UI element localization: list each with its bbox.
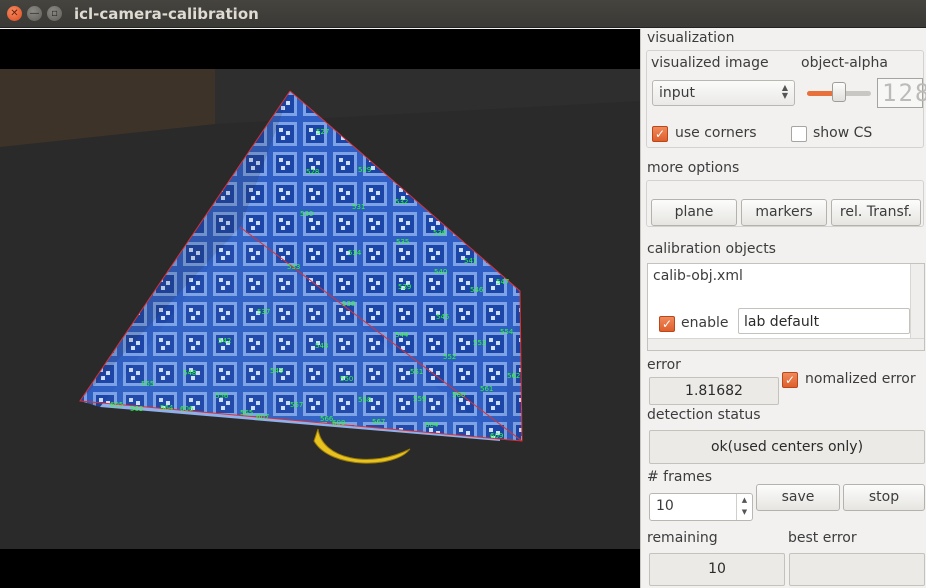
calibration-objects-list[interactable]: calib-obj.xml ✓ enable lab default [647,263,925,351]
marker-id-label: 605 [110,401,123,409]
visualized-image-label: visualized image [651,55,769,71]
enable-label: enable [681,315,729,331]
normalized-error-label: nomalized error [805,371,916,387]
marker-id-label: 606 [180,405,194,413]
object-alpha-lcd: 128 [877,78,926,108]
window-title: icl-camera-calibration [74,5,259,23]
calib-list-hscrollbar[interactable] [648,338,924,350]
frames-spinbox[interactable]: 10 ▲ ▼ [649,493,753,521]
calib-file-item[interactable]: calib-obj.xml [653,268,743,284]
remaining-value: 10 [649,553,785,586]
markers-button[interactable]: markers [741,199,827,226]
title-bar: ✕ — ▫ icl-camera-calibration [0,0,926,28]
enable-checkbox[interactable]: ✓ [659,316,675,332]
marker-id-label: 608 [332,419,345,427]
marker-id-label: 558 [358,396,371,404]
normalized-error-checkbox[interactable]: ✓ [782,372,798,388]
show-cs-label: show CS [813,125,873,141]
spin-arrows-icon[interactable]: ▲ ▼ [736,494,752,520]
maximize-icon: ▫ [51,7,58,19]
show-cs-checkbox[interactable] [791,126,807,142]
marker-id-label: 545 [436,313,449,321]
marker-id-label: 540 [434,268,447,276]
marker-id-label: 535 [396,238,409,246]
marker-id-label: 541 [464,257,477,265]
marker-id-label: 563 [130,405,143,413]
camera-image: 527 528 529 530 531 532 533 534 535 536 537 538 539 5… [0,29,640,588]
marker-id-label: 565 [240,409,253,417]
marker-id-label: 559 [413,395,426,403]
marker-id-label: 533 [287,263,300,271]
marker-id-label: 538 [342,300,355,308]
marker-id-label: 549 [270,367,283,375]
marker-id-label: 567 [372,418,385,426]
marker-id-label: 539 [398,283,411,291]
marker-id-label: 551 [410,368,423,376]
use-corners-checkbox[interactable]: ✓ [652,126,668,142]
lab-default-field[interactable]: lab default [738,308,910,334]
save-button[interactable]: save [756,484,840,511]
rel-transf-button[interactable]: rel. Transf. [831,199,921,226]
detection-status-label: detection status [647,407,761,423]
frames-value: 10 [656,498,674,514]
visualized-image-select[interactable]: input ▲ ▼ [652,80,795,106]
close-icon: ✕ [10,7,19,19]
visualized-image-value: input [659,85,696,101]
marker-id-label: 537 [257,308,270,316]
marker-id-label: 548 [183,369,196,377]
minimize-icon: — [29,7,40,19]
marker-id-label: 609 [490,432,503,440]
visualization-label: visualization [647,30,735,46]
stop-button[interactable]: stop [843,484,925,511]
minimize-window-button[interactable]: — [27,6,42,21]
maximize-window-button[interactable]: ▫ [47,6,62,21]
error-label: error [647,357,681,373]
marker-id-label: 530 [300,210,313,218]
marker-id-label: 604 [425,421,439,429]
marker-id-label: 557 [290,401,303,409]
marker-id-label: 532 [395,198,408,206]
marker-id-label: 543 [315,342,328,350]
marker-id-label: 561 [480,385,493,393]
marker-id-label: 546 [470,286,484,294]
marker-id-label: 562 [507,372,520,380]
error-value: 1.81682 [649,377,779,405]
more-options-label: more options [647,160,740,176]
marker-id-label: 564 [160,404,174,412]
marker-id-label: 529 [358,166,371,174]
marker-id-label: 553 [473,339,486,347]
marker-id-label: 542 [218,337,231,345]
marker-id-label: 547 [496,278,509,286]
best-error-value [789,553,925,586]
object-alpha-label: object-alpha [801,55,889,71]
detection-status-value: ok(used centers only) [649,430,925,464]
frames-label: # frames [647,469,712,485]
best-error-label: best error [788,530,857,546]
remaining-label: remaining [647,530,718,546]
close-window-button[interactable]: ✕ [7,6,22,21]
marker-id-label: 544 [395,331,409,339]
control-panel: visualization visualized image input ▲ ▼ … [640,29,926,588]
use-corners-label: use corners [675,125,757,141]
object-alpha-slider-handle[interactable] [832,82,846,102]
marker-id-label: 550 [340,375,353,383]
marker-id-label: 531 [352,203,365,211]
calibration-objects-label: calibration objects [647,241,776,257]
marker-id-label: 560 [452,391,465,399]
marker-id-label: 552 [443,353,456,361]
updown-arrows-icon: ▲ ▼ [781,83,788,100]
plane-button[interactable]: plane [651,199,737,226]
marker-id-label: 556 [215,392,229,400]
camera-view[interactable]: 527 528 529 530 531 532 533 534 535 536 537 538 539 5… [0,29,640,588]
marker-id-label: 536 [433,229,447,237]
marker-id-label: 555 [141,380,154,388]
marker-id-label: 527 [316,128,329,136]
marker-id-label: 528 [306,168,319,176]
calib-list-vscrollbar[interactable] [910,264,924,338]
marker-id-label: 607 [256,413,269,421]
marker-id-label: 534 [348,249,362,257]
marker-id-label: 554 [500,328,514,336]
